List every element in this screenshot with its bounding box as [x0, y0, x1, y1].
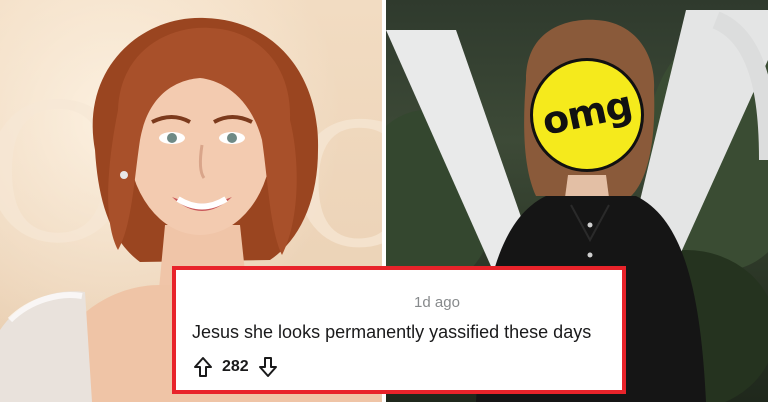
vote-row: 282	[192, 356, 279, 378]
omg-badge-label: omg	[538, 82, 636, 144]
comment-text: Jesus she looks permanently yassified th…	[192, 322, 592, 342]
thumbnail: O C omg 1d ago Jesus she looks permanent…	[0, 0, 768, 402]
comment-card: 1d ago Jesus she looks permanently yassi…	[172, 266, 626, 394]
arrow-down-icon[interactable]	[257, 356, 279, 378]
vote-count: 282	[222, 358, 249, 375]
omg-badge: omg	[530, 58, 644, 172]
arrow-up-icon[interactable]	[192, 356, 214, 378]
comment-timestamp: 1d ago	[414, 294, 460, 311]
